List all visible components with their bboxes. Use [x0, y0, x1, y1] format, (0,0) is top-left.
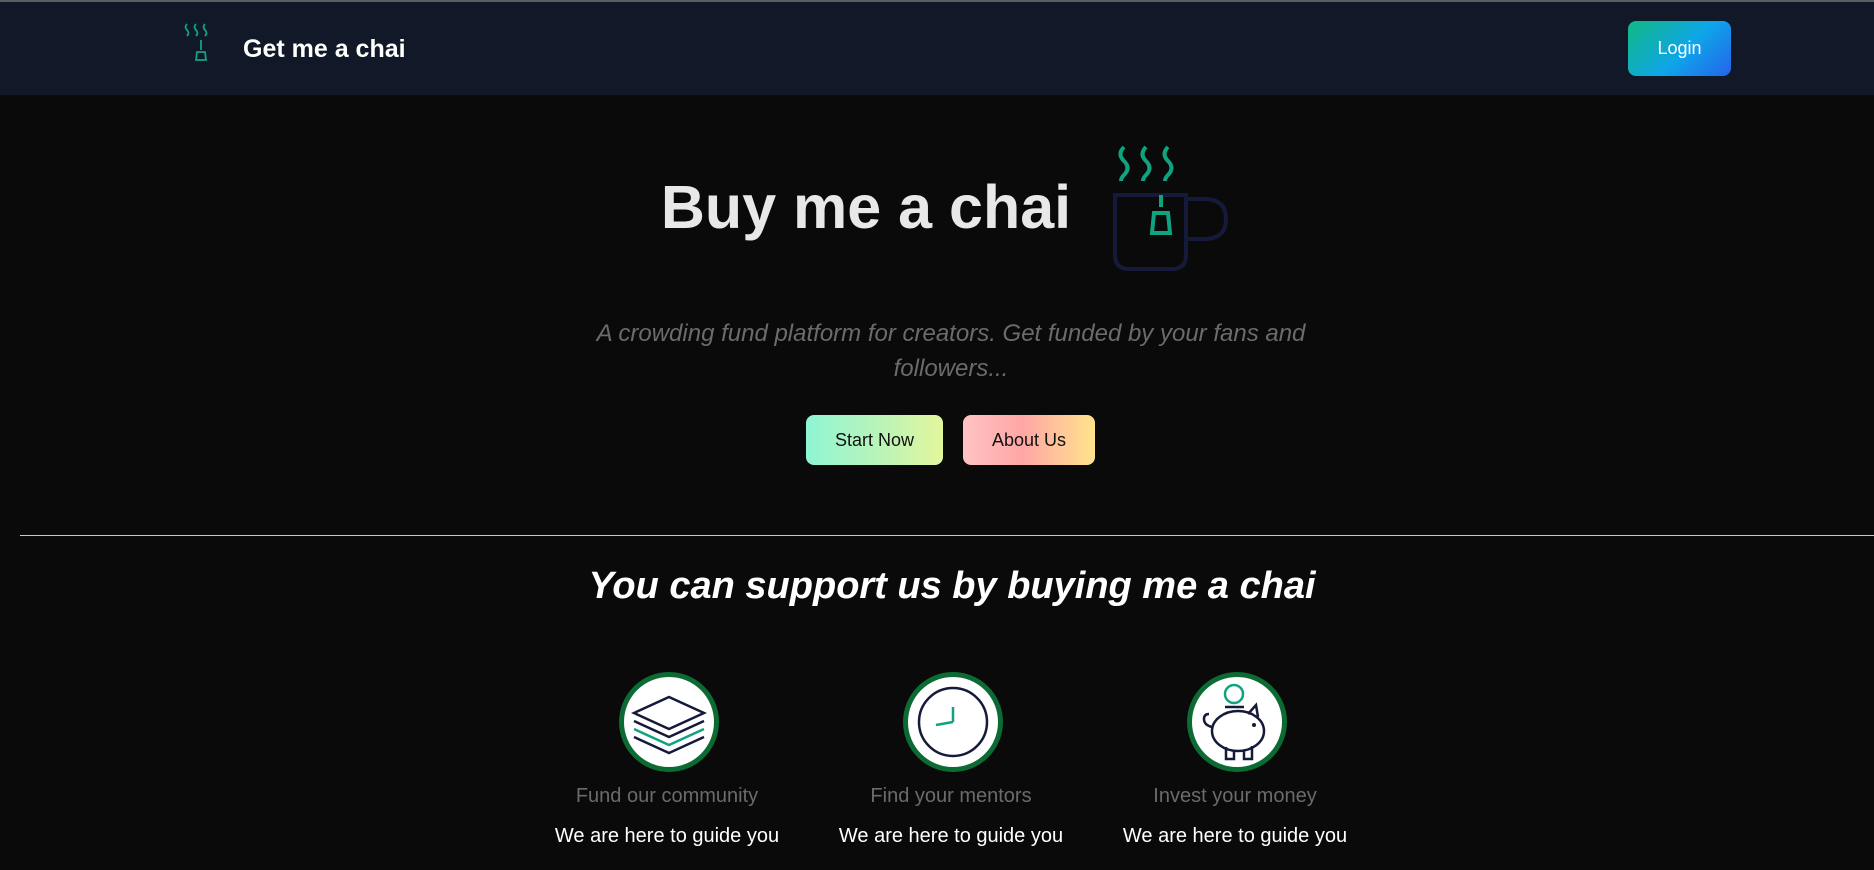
feature-find-mentors: Find your mentors We are here to guide y… [819, 670, 1079, 870]
feature-title: Fund our community [575, 785, 759, 807]
clock-icon [903, 672, 1003, 772]
hero-title: Buy me a chai [660, 173, 1072, 241]
about-us-button[interactable]: About Us [963, 415, 1095, 465]
tea-mug-icon [182, 20, 214, 66]
brand-title[interactable]: Get me a chai [243, 35, 406, 64]
login-button[interactable]: Login [1628, 21, 1731, 76]
section-divider [20, 535, 1874, 536]
start-now-button[interactable]: Start Now [806, 415, 943, 465]
feature-title: Invest your money [1153, 785, 1317, 807]
feature-title: Find your mentors [870, 785, 1032, 807]
feature-fund-community: Fund our community We are here to guide … [535, 670, 795, 870]
feature-description: We are here to guide you [554, 825, 780, 847]
chai-cup-icon [1106, 145, 1229, 272]
layers-icon [619, 672, 719, 772]
hero-subtitle: A crowding fund platform for creators. G… [596, 320, 1306, 382]
navbar: Get me a chai Login [0, 2, 1874, 95]
feature-invest-money: Invest your money We are here to guide y… [1103, 670, 1363, 870]
support-title: You can support us by buying me a chai [588, 565, 1316, 607]
feature-description: We are here to guide you [838, 825, 1064, 847]
piggy-bank-icon [1187, 672, 1287, 772]
feature-description: We are here to guide you [1122, 825, 1348, 847]
